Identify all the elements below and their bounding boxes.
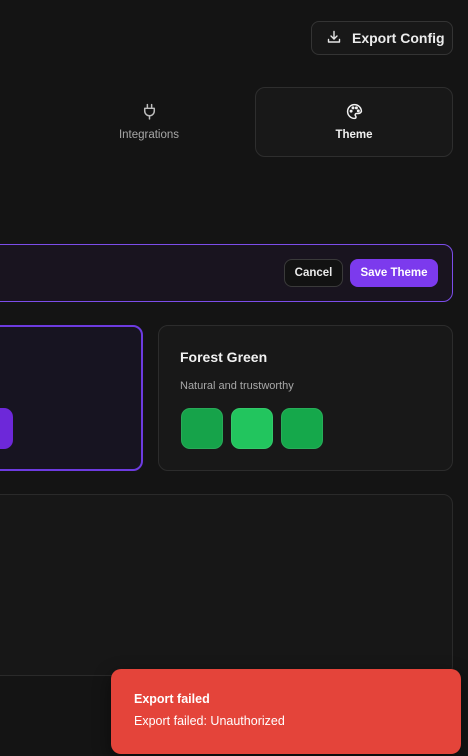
- tab-integrations-label: Integrations: [118, 129, 180, 141]
- theme-card-selected[interactable]: [0, 325, 143, 471]
- tab-integrations[interactable]: Integrations: [52, 87, 246, 157]
- export-config-button[interactable]: Export Config: [311, 21, 453, 55]
- theme-card-description: Natural and trustworthy: [180, 380, 294, 392]
- download-icon: [326, 29, 342, 48]
- save-theme-button[interactable]: Save Theme: [350, 259, 438, 287]
- theme-color-swatch: [0, 408, 13, 449]
- palette-icon: [346, 103, 363, 123]
- theme-card-title: Forest Green: [180, 349, 268, 365]
- theme-color-swatch: [181, 408, 223, 449]
- content-panel: [0, 494, 453, 676]
- theme-color-swatch: [281, 408, 323, 449]
- tab-theme-label: Theme: [335, 129, 373, 141]
- error-toast[interactable]: Export failed Export failed: Unauthorize…: [111, 669, 461, 754]
- toast-title: Export failed: [134, 692, 210, 706]
- theme-color-swatch: [231, 408, 273, 449]
- tab-theme[interactable]: Theme: [255, 87, 453, 157]
- export-config-label: Export Config: [352, 30, 445, 46]
- theme-card-forest-green[interactable]: [158, 325, 453, 471]
- toast-message: Export failed: Unauthorized: [134, 714, 285, 728]
- cancel-button[interactable]: Cancel: [284, 259, 343, 287]
- plug-icon: [141, 103, 158, 123]
